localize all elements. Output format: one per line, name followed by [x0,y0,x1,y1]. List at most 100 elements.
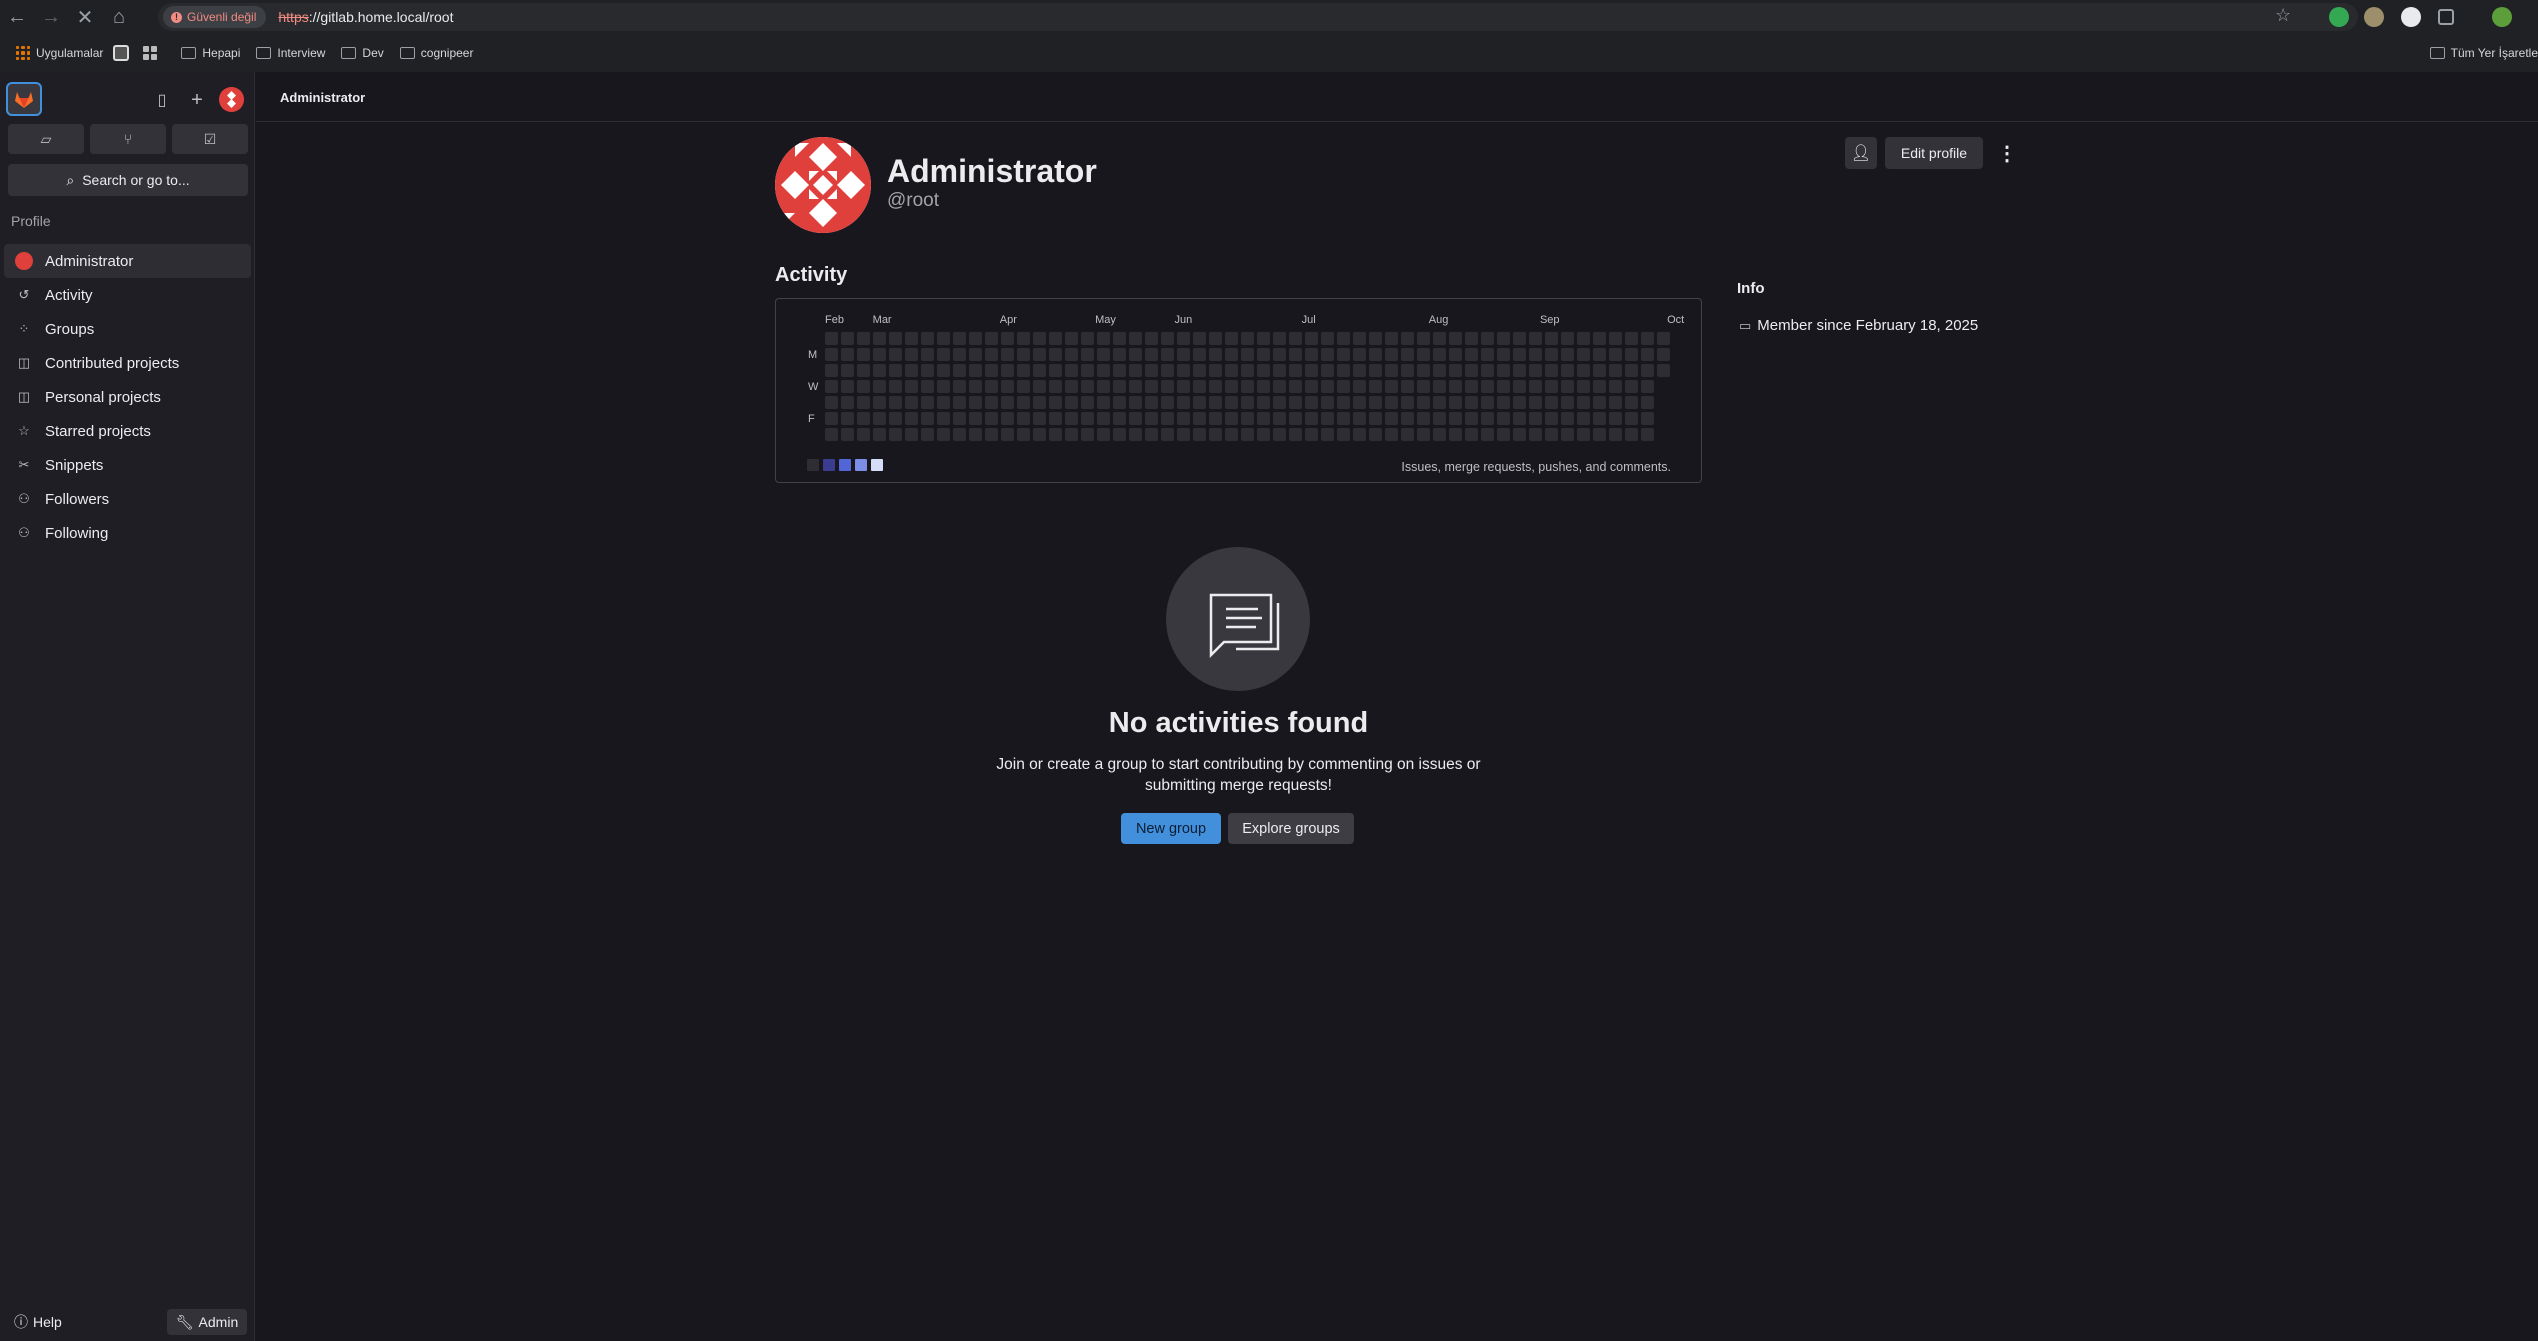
calendar-day-cell[interactable] [1273,380,1286,393]
calendar-day-cell[interactable] [1241,348,1254,361]
calendar-day-cell[interactable] [1561,332,1574,345]
extensions-puzzle-icon[interactable] [2438,9,2454,25]
calendar-day-cell[interactable] [1641,396,1654,409]
calendar-day-cell[interactable] [1497,428,1510,441]
calendar-day-cell[interactable] [873,332,886,345]
calendar-day-cell[interactable] [825,396,838,409]
gitlab-logo-icon[interactable] [6,82,42,116]
calendar-day-cell[interactable] [1417,428,1430,441]
calendar-day-cell[interactable] [985,412,998,425]
calendar-day-cell[interactable] [1049,396,1062,409]
calendar-day-cell[interactable] [1033,396,1046,409]
calendar-day-cell[interactable] [1129,332,1142,345]
calendar-day-cell[interactable] [889,332,902,345]
calendar-day-cell[interactable] [1305,348,1318,361]
merge-requests-icon[interactable]: ⑂ [90,124,166,154]
calendar-day-cell[interactable] [1289,396,1302,409]
calendar-day-cell[interactable] [1625,396,1638,409]
calendar-day-cell[interactable] [1017,332,1030,345]
calendar-day-cell[interactable] [841,428,854,441]
calendar-day-cell[interactable] [857,380,870,393]
calendar-day-cell[interactable] [1369,332,1382,345]
calendar-day-cell[interactable] [937,364,950,377]
calendar-day-cell[interactable] [953,348,966,361]
calendar-day-cell[interactable] [1273,396,1286,409]
calendar-day-cell[interactable] [921,380,934,393]
calendar-day-cell[interactable] [1449,396,1462,409]
calendar-day-cell[interactable] [1641,380,1654,393]
calendar-day-cell[interactable] [841,348,854,361]
calendar-day-cell[interactable] [825,364,838,377]
calendar-day-cell[interactable] [1193,332,1206,345]
sidebar-item-snippets[interactable]: ✂ Snippets [4,448,251,482]
calendar-day-cell[interactable] [1145,396,1158,409]
calendar-day-cell[interactable] [1449,380,1462,393]
calendar-day-cell[interactable] [1433,412,1446,425]
calendar-day-cell[interactable] [1337,332,1350,345]
calendar-day-cell[interactable] [1497,380,1510,393]
calendar-day-cell[interactable] [1369,380,1382,393]
calendar-day-cell[interactable] [1529,332,1542,345]
calendar-day-cell[interactable] [1353,412,1366,425]
calendar-day-cell[interactable] [1481,332,1494,345]
calendar-day-cell[interactable] [953,412,966,425]
calendar-day-cell[interactable] [1321,348,1334,361]
calendar-day-cell[interactable] [1177,348,1190,361]
calendar-day-cell[interactable] [937,428,950,441]
calendar-day-cell[interactable] [1417,412,1430,425]
calendar-day-cell[interactable] [1641,348,1654,361]
calendar-day-cell[interactable] [1337,396,1350,409]
calendar-day-cell[interactable] [873,396,886,409]
calendar-day-cell[interactable] [1625,364,1638,377]
calendar-day-cell[interactable] [1305,380,1318,393]
calendar-day-cell[interactable] [1065,348,1078,361]
calendar-day-cell[interactable] [1545,396,1558,409]
calendar-day-cell[interactable] [1161,380,1174,393]
calendar-day-cell[interactable] [1401,332,1414,345]
calendar-day-cell[interactable] [1209,364,1222,377]
calendar-day-cell[interactable] [1353,428,1366,441]
calendar-day-cell[interactable] [1241,332,1254,345]
calendar-day-cell[interactable] [1353,348,1366,361]
sidebar-item-contributed-projects[interactable]: ◫ Contributed projects [4,346,251,380]
calendar-day-cell[interactable] [1113,412,1126,425]
calendar-day-cell[interactable] [1417,332,1430,345]
calendar-day-cell[interactable] [1465,396,1478,409]
calendar-day-cell[interactable] [1593,332,1606,345]
calendar-day-cell[interactable] [1145,348,1158,361]
calendar-day-cell[interactable] [1337,364,1350,377]
calendar-day-cell[interactable] [1289,364,1302,377]
calendar-day-cell[interactable] [1033,380,1046,393]
calendar-day-cell[interactable] [825,428,838,441]
home-icon[interactable]: ⌂ [102,0,136,34]
calendar-day-cell[interactable] [1033,348,1046,361]
calendar-day-cell[interactable] [1641,428,1654,441]
calendar-day-cell[interactable] [873,380,886,393]
calendar-day-cell[interactable] [1657,364,1670,377]
calendar-day-cell[interactable] [1401,380,1414,393]
calendar-day-cell[interactable] [1481,380,1494,393]
calendar-day-cell[interactable] [1593,412,1606,425]
calendar-day-cell[interactable] [1305,428,1318,441]
calendar-day-cell[interactable] [1241,428,1254,441]
sidebar-item-activity[interactable]: ↺ Activity [4,278,251,312]
calendar-day-cell[interactable] [1177,364,1190,377]
bookmark-square-icon[interactable] [113,45,130,61]
calendar-day-cell[interactable] [1209,348,1222,361]
calendar-day-cell[interactable] [1161,428,1174,441]
issues-icon[interactable]: ▱ [8,124,84,154]
calendar-day-cell[interactable] [1209,428,1222,441]
calendar-day-cell[interactable] [1529,348,1542,361]
calendar-day-cell[interactable] [1193,412,1206,425]
calendar-day-cell[interactable] [969,332,982,345]
calendar-day-cell[interactable] [1465,428,1478,441]
calendar-day-cell[interactable] [1321,380,1334,393]
calendar-day-cell[interactable] [1017,348,1030,361]
calendar-day-cell[interactable] [889,380,902,393]
url-text[interactable]: https://gitlab.home.local/root [278,9,453,25]
calendar-day-cell[interactable] [1353,364,1366,377]
sidebar-item-starred-projects[interactable]: ☆ Starred projects [4,414,251,448]
breadcrumb[interactable]: Administrator [280,90,365,105]
calendar-day-cell[interactable] [1545,412,1558,425]
bookmark-dev[interactable]: Dev [341,46,384,60]
